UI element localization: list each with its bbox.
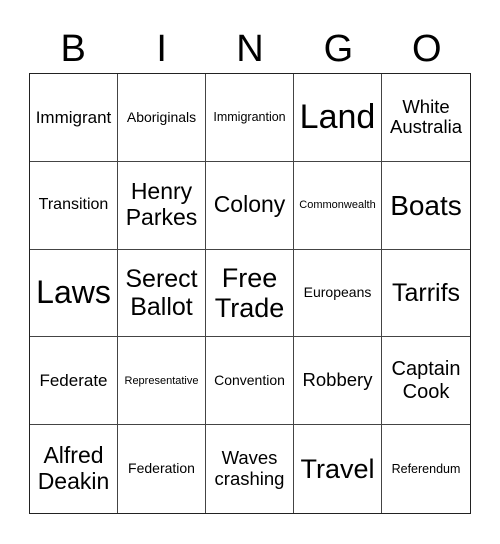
bingo-cell[interactable]: White Australia: [382, 74, 470, 162]
bingo-cell[interactable]: Boats: [382, 162, 470, 250]
header-letter-o: O: [412, 28, 442, 70]
bingo-cell[interactable]: Free Trade: [206, 249, 294, 338]
bingo-cell[interactable]: Tarrifs: [382, 250, 470, 338]
bingo-cell[interactable]: Land: [294, 74, 382, 162]
bingo-cell[interactable]: Alfred Deakin: [30, 425, 118, 513]
bingo-cell[interactable]: Convention: [206, 337, 294, 426]
bingo-cell[interactable]: Aboriginals: [118, 74, 206, 162]
header-letter-i: I: [156, 28, 167, 70]
bingo-cell[interactable]: Immigrant: [30, 74, 118, 162]
header-letter-b: B: [60, 28, 86, 70]
bingo-cell[interactable]: Captain Cook: [382, 337, 470, 426]
header-letter-g: G: [323, 28, 354, 70]
bingo-cell[interactable]: Federate: [30, 337, 118, 426]
bingo-card-grid: Immigrant Aboriginals Immigrantion Land …: [29, 73, 471, 514]
bingo-cell[interactable]: Colony: [206, 161, 294, 250]
bingo-cell[interactable]: Waves crashing: [206, 425, 294, 513]
bingo-cell[interactable]: Federation: [118, 425, 206, 513]
bingo-header: B I N G O: [29, 26, 471, 72]
bingo-cell[interactable]: Serect Ballot: [118, 249, 206, 338]
bingo-cell[interactable]: Henry Parkes: [118, 161, 206, 250]
bingo-cell[interactable]: Immigrantion: [206, 74, 294, 162]
header-letter-n: N: [236, 28, 264, 70]
bingo-cell[interactable]: Laws: [30, 249, 118, 338]
bingo-cell[interactable]: Travel: [294, 425, 382, 513]
bingo-cell[interactable]: Europeans: [294, 249, 382, 338]
bingo-cell[interactable]: Robbery: [294, 337, 382, 426]
bingo-cell[interactable]: Representative: [118, 337, 206, 426]
bingo-cell[interactable]: Transition: [30, 161, 118, 250]
bingo-cell[interactable]: Commonwealth: [294, 161, 382, 250]
bingo-cell[interactable]: Referendum: [382, 425, 470, 513]
